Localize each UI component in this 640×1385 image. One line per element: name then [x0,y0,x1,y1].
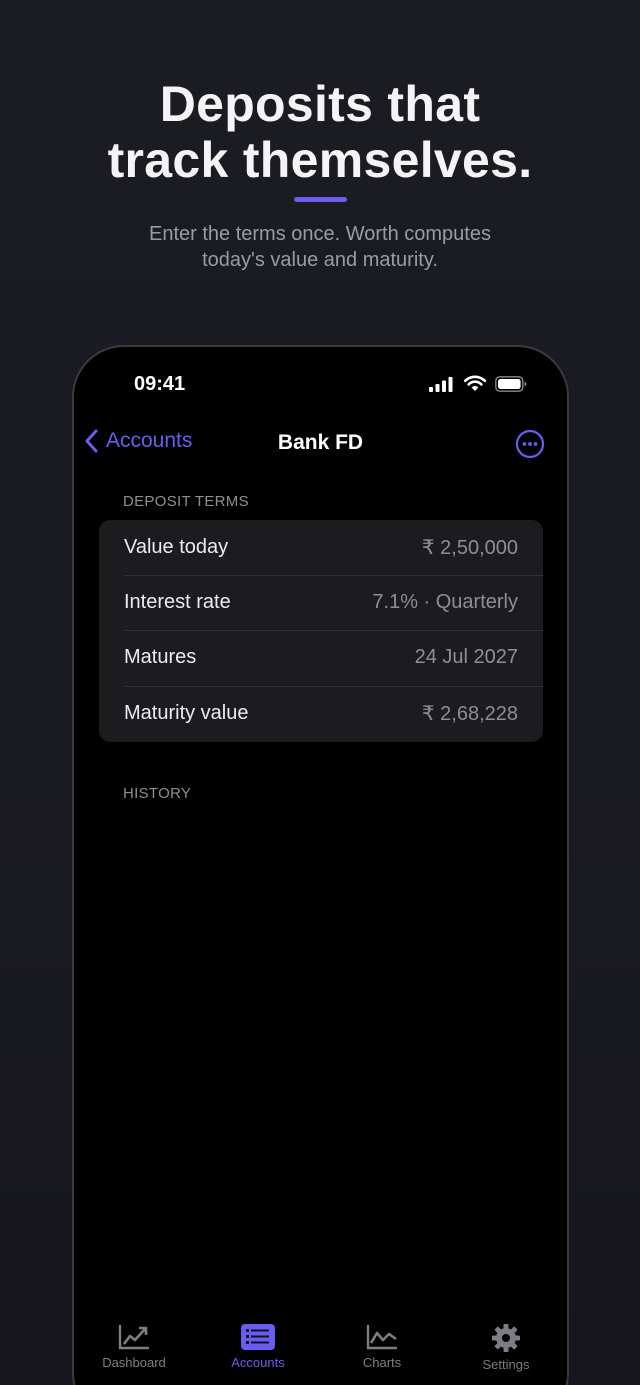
row-value: ₹ 2,68,228 [421,703,518,725]
tab-bar: Dashboard Accounts Charts Settings [74,1307,567,1385]
tab-label: Settings [482,1357,530,1372]
gear-icon [492,1324,520,1352]
nav-title: Bank FD [277,431,364,454]
hero-subtitle-line1: Enter the terms once. Worth computes [148,223,491,245]
list-icon [241,1324,275,1350]
row-value-today[interactable]: Value today ₹ 2,50,000 [99,520,543,575]
tab-label: Accounts [231,1355,285,1370]
trend-chart-icon [118,1325,149,1350]
hero-subtitle-line2: today's value and maturity. [202,249,438,271]
tab-label: Charts [362,1355,402,1370]
row-interest-rate[interactable]: Interest rate 7.1% · Quarterly [99,575,543,630]
line-chart-icon [366,1325,397,1350]
tab-dashboard[interactable]: Dashboard [79,1323,189,1370]
accent-underline [294,197,347,202]
row-label: Interest rate [124,591,231,613]
deposit-terms-header: DEPOSIT TERMS [123,493,249,510]
tab-charts[interactable]: Charts [327,1323,437,1370]
row-label: Value today [124,536,229,558]
battery-icon [495,375,527,392]
status-icons [429,375,527,392]
row-label: Maturity value [124,702,249,724]
row-maturity-value[interactable]: Maturity value ₹ 2,68,228 [99,686,543,741]
hero-title: Deposits that track themselves. [0,76,640,188]
row-value: ₹ 2,50,000 [421,537,518,559]
signal-icon [429,376,453,392]
wifi-icon [463,375,487,391]
status-time: 09:41 [134,373,186,395]
tab-label: Dashboard [102,1355,166,1370]
tab-settings[interactable]: Settings [451,1323,561,1372]
row-matures[interactable]: Matures 24 Jul 2027 [99,630,543,685]
tab-accounts[interactable]: Accounts [203,1323,313,1370]
deposit-terms-card: Value today ₹ 2,50,000 Interest rate 7.1… [99,520,543,742]
hero-title-line1: Deposits that [159,76,481,132]
history-header: HISTORY [123,785,192,802]
phone-frame: 09:41 Accounts Bank FD DEPOSIT TERMS Val… [72,345,569,1385]
ellipsis-circle-icon[interactable] [515,429,545,459]
row-value: 7.1% · Quarterly [372,591,518,613]
row-label: Matures [124,646,197,668]
hero-subtitle: Enter the terms once. Worth computes tod… [0,221,640,273]
hero-title-line2: track themselves. [107,132,533,188]
row-value: 24 Jul 2027 [414,646,518,668]
